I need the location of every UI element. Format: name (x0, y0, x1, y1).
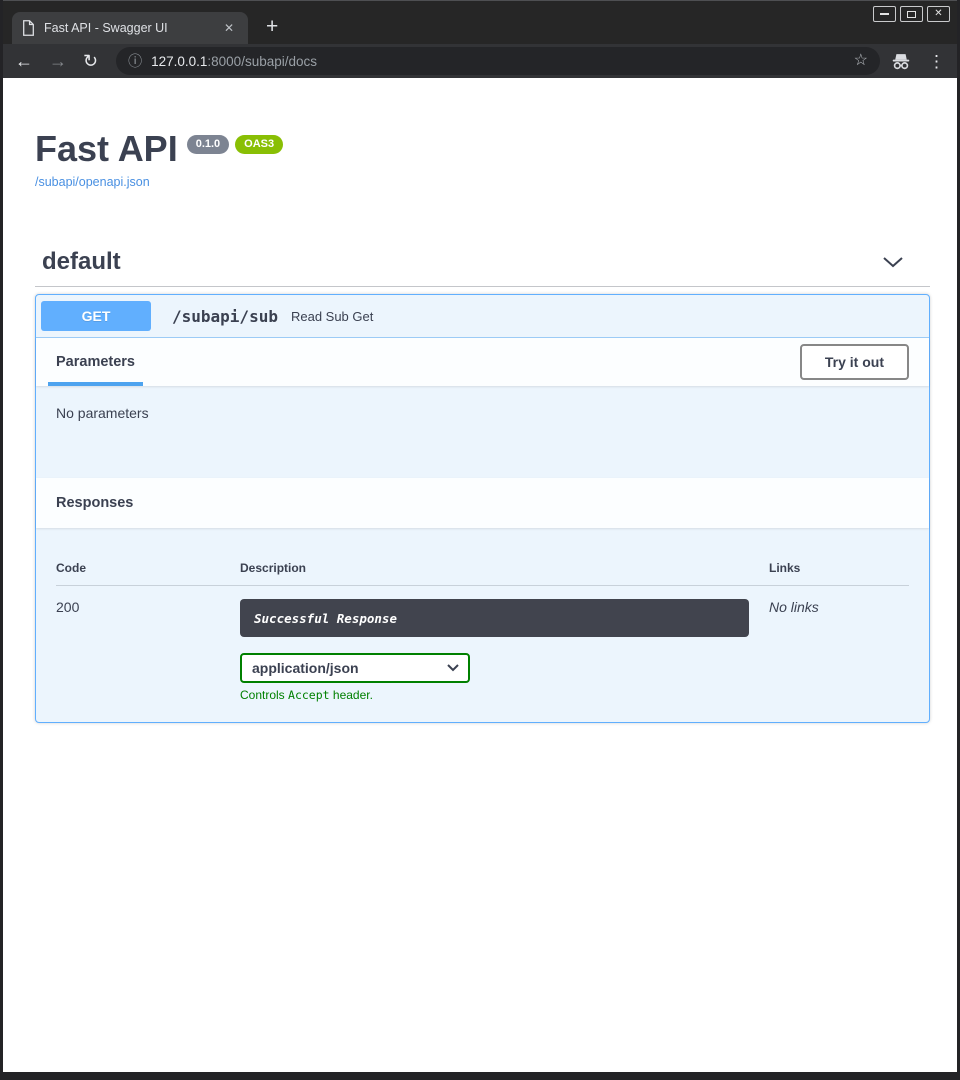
response-code: 200 (56, 599, 240, 702)
back-icon[interactable]: ← (15, 52, 33, 70)
maximize-button[interactable] (900, 6, 923, 22)
incognito-icon (890, 53, 912, 70)
response-links: No links (769, 599, 909, 702)
reload-icon[interactable]: ↻ (83, 52, 98, 70)
operation-description: Read Sub Get (291, 309, 373, 324)
method-badge: GET (41, 301, 151, 331)
maximize-icon (907, 11, 916, 18)
code-column-header: Code (56, 561, 240, 575)
new-tab-button[interactable]: + (266, 16, 278, 37)
try-it-out-button[interactable]: Try it out (800, 344, 909, 380)
responses-table-head: Code Description Links (56, 544, 909, 586)
parameters-tab[interactable]: Parameters (56, 338, 135, 386)
url-text: 127.0.0.1:8000/subapi/docs (151, 54, 317, 69)
response-description-cell: Successful Response application/json (240, 599, 769, 702)
tab-title: Fast API - Swagger UI (44, 21, 220, 35)
parameters-title: Parameters (56, 354, 135, 370)
oas3-badge: OAS3 (235, 135, 283, 154)
version-badge: 0.1.0 (187, 135, 229, 154)
api-title-row: Fast API 0.1.0 OAS3 (35, 128, 930, 170)
active-tab-underline (48, 382, 143, 386)
operation-summary[interactable]: GET /subapi/sub Read Sub Get (36, 295, 929, 338)
api-title: Fast API (35, 128, 178, 170)
tab-close-icon[interactable]: ✕ (220, 19, 238, 37)
hint-prefix: Controls (240, 688, 288, 702)
accept-header-hint: Controls Accept header. (240, 688, 749, 702)
table-row: 200 Successful Response application/json (56, 586, 909, 702)
page-content: Fast API 0.1.0 OAS3 /subapi/openapi.json… (3, 78, 957, 1072)
operation-block: GET /subapi/sub Read Sub Get Parameters … (35, 294, 930, 723)
browser-menu-icon[interactable]: ⋮ (928, 53, 945, 70)
parameters-header: Parameters Try it out (36, 338, 929, 386)
hint-code: Accept (288, 688, 330, 702)
url-path: :8000/subapi/docs (207, 54, 317, 69)
links-column-header: Links (769, 561, 909, 575)
minimize-button[interactable] (873, 6, 896, 22)
response-description-text: Successful Response (254, 611, 397, 626)
tag-name: default (42, 248, 121, 276)
hint-suffix: header. (330, 688, 373, 702)
responses-header: Responses (36, 478, 929, 528)
minimize-icon (880, 13, 889, 15)
media-type-select[interactable]: application/json (240, 653, 470, 683)
responses-title: Responses (56, 495, 133, 511)
no-parameters-message: No parameters (56, 405, 149, 421)
page-info-icon[interactable]: ⓘ (128, 54, 142, 68)
tab-strip: Fast API - Swagger UI ✕ + ✕ (3, 0, 957, 44)
page-favicon-icon (22, 20, 35, 36)
chevron-down-icon[interactable] (882, 256, 904, 268)
operation-path: /subapi/sub (172, 307, 278, 326)
browser-window: Fast API - Swagger UI ✕ + ✕ ← → ↻ ⓘ 127.… (0, 0, 960, 1080)
window-controls: ✕ (873, 6, 950, 22)
description-column-header: Description (240, 561, 769, 575)
bookmark-star-icon[interactable]: ☆ (854, 53, 868, 69)
response-description-box: Successful Response (240, 599, 749, 637)
openapi-spec-link[interactable]: /subapi/openapi.json (35, 175, 150, 189)
responses-table: Code Description Links 200 Successful Re… (36, 528, 929, 722)
parameters-body: No parameters (36, 386, 929, 478)
url-host: 127.0.0.1 (151, 54, 207, 69)
browser-toolbar: ← → ↻ ⓘ 127.0.0.1:8000/subapi/docs ☆ ⋮ (3, 44, 957, 78)
tag-section-header[interactable]: default (35, 248, 930, 287)
media-type-control: application/json Controls Accept header. (240, 653, 749, 702)
api-info: Fast API 0.1.0 OAS3 /subapi/openapi.json (35, 128, 930, 191)
forward-icon[interactable]: → (49, 52, 67, 70)
browser-tab[interactable]: Fast API - Swagger UI ✕ (12, 12, 248, 44)
close-button[interactable]: ✕ (927, 6, 950, 22)
address-bar[interactable]: ⓘ 127.0.0.1:8000/subapi/docs ☆ (116, 47, 880, 75)
